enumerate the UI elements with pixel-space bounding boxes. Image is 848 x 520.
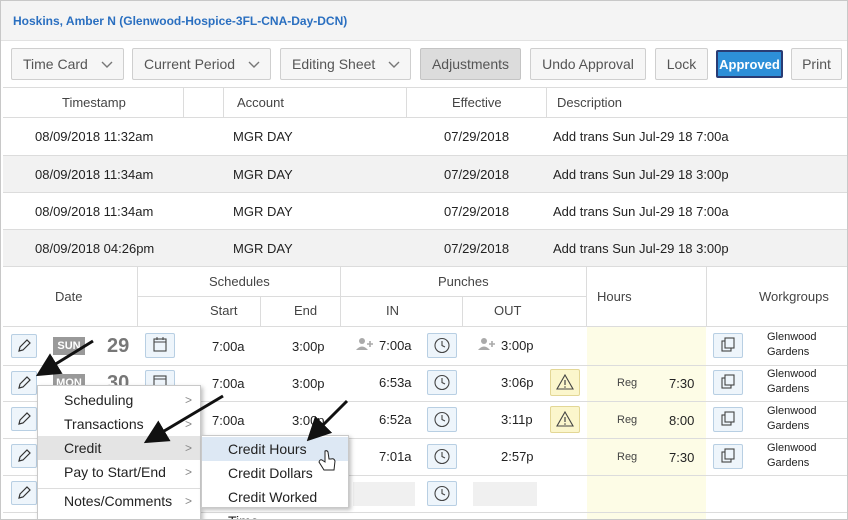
- arrow-icon: [35, 339, 94, 377]
- arrow-icon: [143, 394, 224, 444]
- hand-cursor-icon: [318, 450, 336, 471]
- arrow-icon: [306, 399, 349, 442]
- annotation-overlay: [35, 339, 349, 471]
- timecard-window: Hoskins, Amber N (Glenwood-Hospice-3FL-C…: [0, 0, 848, 520]
